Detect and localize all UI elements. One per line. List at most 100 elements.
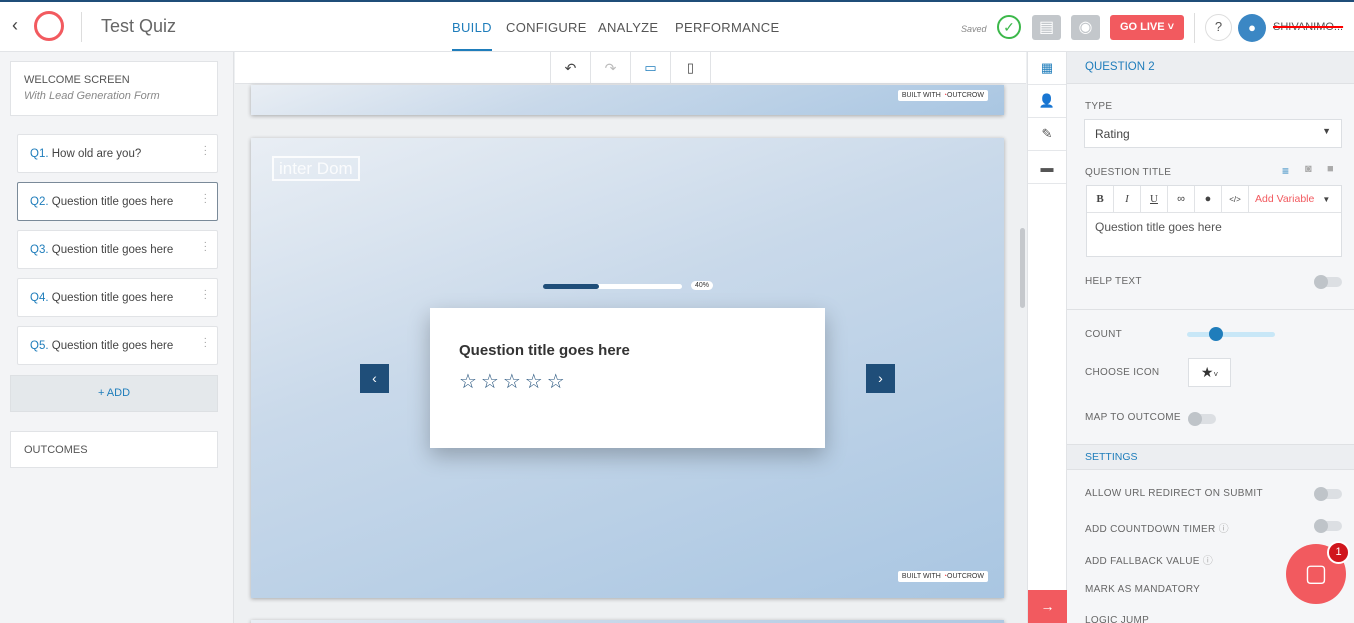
- code-icon[interactable]: </>: [1222, 186, 1249, 212]
- dropdown-icon: ▼: [1322, 126, 1331, 136]
- collapse-arrow-button[interactable]: →: [1028, 590, 1067, 623]
- brand-label: OUTCROW: [947, 92, 984, 99]
- canvas-scrollbar[interactable]: [1020, 228, 1025, 308]
- undo-icon[interactable]: ↶: [551, 52, 591, 84]
- add-question-button[interactable]: + ADD: [10, 375, 218, 412]
- underline-icon[interactable]: U: [1141, 186, 1168, 212]
- tab-build[interactable]: BUILD: [452, 20, 492, 35]
- video-icon[interactable]: ■: [1327, 163, 1334, 175]
- canvas-area: ↶ ↷ ▭ ▯ BUILT WITH ◔OUTCROW inter Dom 40…: [235, 52, 1026, 623]
- settings-heading: SETTINGS: [1067, 444, 1354, 470]
- more-icon[interactable]: · · ·: [204, 190, 207, 208]
- outcomes-card[interactable]: OUTCOMES: [10, 431, 218, 468]
- type-label: TYPE: [1085, 101, 1113, 112]
- help-text-toggle[interactable]: [1314, 275, 1342, 289]
- saved-check-icon: ✓: [997, 15, 1021, 39]
- info-icon: ⓘ: [1202, 556, 1214, 567]
- question-item-3[interactable]: Q3. Question title goes here · · ·: [17, 230, 218, 269]
- built-with-label: BUILT WITH: [901, 573, 941, 580]
- welcome-title: WELCOME SCREEN: [24, 74, 130, 86]
- italic-icon[interactable]: I: [1114, 186, 1141, 212]
- link-icon[interactable]: ∞: [1168, 186, 1195, 212]
- slide-logo: inter Dom: [272, 156, 360, 181]
- add-variable-dropdown[interactable]: Add Variable: [1249, 193, 1314, 205]
- countdown-toggle[interactable]: [1314, 519, 1342, 533]
- user-name[interactable]: SHIVANIMO...: [1273, 21, 1343, 33]
- user-avatar[interactable]: ●: [1238, 14, 1266, 42]
- image-icon[interactable]: ◙: [1305, 163, 1312, 175]
- question-item-1[interactable]: Q1. How old are you? · · ·: [17, 134, 218, 173]
- help-button[interactable]: ?: [1205, 14, 1232, 41]
- edit-icon[interactable]: ✎: [1028, 118, 1066, 151]
- question-item-4[interactable]: Q4. Question title goes here · · ·: [17, 278, 218, 317]
- q-text: Question title goes here: [51, 340, 174, 352]
- question-title: Question title goes here: [459, 342, 630, 359]
- mobile-view-icon[interactable]: ▯: [671, 52, 711, 84]
- count-label: COUNT: [1085, 329, 1123, 340]
- more-icon[interactable]: · · ·: [204, 238, 207, 256]
- go-live-label: GO LIVE: [1119, 21, 1165, 33]
- q-num: Q2.: [30, 196, 49, 208]
- map-outcome-toggle[interactable]: [1188, 412, 1216, 426]
- saved-status: Saved: [961, 24, 987, 34]
- previous-slide[interactable]: BUILT WITH ◔OUTCROW: [251, 85, 1004, 115]
- top-header: ‹ Test Quiz BUILD CONFIGURE ANALYZE PERF…: [0, 0, 1354, 52]
- desktop-view-icon[interactable]: ▭: [631, 52, 671, 84]
- more-icon[interactable]: · · ·: [204, 334, 207, 352]
- q-text: Question title goes here: [51, 292, 174, 304]
- back-icon[interactable]: ‹: [12, 15, 18, 36]
- built-with-badge: BUILT WITH ◔OUTCROW: [897, 571, 988, 582]
- count-slider[interactable]: [1187, 327, 1275, 341]
- progress-label: 40%: [691, 281, 714, 290]
- fallback-label: ADD FALLBACK VALUE ⓘ: [1085, 552, 1213, 567]
- card-icon[interactable]: ▬: [1028, 151, 1066, 184]
- more-icon[interactable]: · · ·: [204, 286, 207, 304]
- next-arrow-button[interactable]: ›: [866, 364, 895, 393]
- tab-analyze[interactable]: ANALYZE: [598, 20, 658, 35]
- tab-performance[interactable]: PERFORMANCE: [675, 20, 779, 35]
- left-sidebar: WELCOME SCREEN With Lead Generation Form…: [0, 52, 234, 623]
- go-live-button[interactable]: GO LIVE ˅: [1110, 15, 1184, 40]
- allow-redirect-label: ALLOW URL REDIRECT ON SUBMIT: [1085, 488, 1263, 499]
- question-title-text[interactable]: Question title goes here: [1087, 213, 1341, 241]
- countdown-label: ADD COUNTDOWN TIMER ⓘ: [1085, 520, 1229, 535]
- mandatory-label: MARK AS MANDATORY: [1085, 584, 1201, 595]
- q-text: Question title goes here: [51, 196, 174, 208]
- type-select[interactable]: Rating ▼: [1084, 119, 1342, 148]
- add-user-icon[interactable]: 👤: [1028, 85, 1066, 118]
- progress-bar: [543, 284, 682, 289]
- question-item-2[interactable]: Q2. Question title goes here · · ·: [17, 182, 218, 221]
- bold-icon[interactable]: B: [1087, 186, 1114, 212]
- fallback-text: ADD FALLBACK VALUE: [1085, 556, 1200, 567]
- layout-icon[interactable]: ▦: [1028, 52, 1066, 85]
- question-card: Question title goes here ☆☆☆☆☆: [430, 308, 825, 448]
- allow-redirect-toggle[interactable]: [1314, 487, 1342, 501]
- outcrow-logo: [34, 11, 64, 41]
- question-title-editor[interactable]: B I U ∞ ● </> Add Variable ▼ Question tit…: [1086, 185, 1342, 257]
- star-rating[interactable]: ☆☆☆☆☆: [459, 369, 796, 394]
- choose-icon-label: CHOOSE ICON: [1085, 367, 1160, 378]
- help-text-label: HELP TEXT: [1085, 276, 1142, 287]
- built-with-label: BUILT WITH: [901, 92, 941, 99]
- redo-icon[interactable]: ↷: [591, 52, 631, 84]
- welcome-screen-card[interactable]: WELCOME SCREEN With Lead Generation Form: [10, 61, 218, 116]
- info-icon: ⓘ: [1218, 524, 1229, 535]
- text-icon[interactable]: ≡: [1282, 164, 1289, 178]
- color-icon[interactable]: ●: [1195, 186, 1222, 212]
- tab-configure[interactable]: CONFIGURE: [506, 20, 587, 35]
- question-title-label: QUESTION TITLE: [1085, 167, 1172, 178]
- slider-handle[interactable]: [1209, 327, 1223, 341]
- progress-fill: [543, 284, 599, 289]
- preview-button[interactable]: ◉: [1071, 15, 1100, 40]
- logo-text: inter Dom: [272, 156, 360, 181]
- built-with-badge: BUILT WITH ◔OUTCROW: [897, 90, 988, 101]
- more-icon[interactable]: · · ·: [204, 142, 207, 160]
- copy-button[interactable]: ▤: [1032, 15, 1061, 40]
- canvas-toolbar: ↶ ↷ ▭ ▯: [550, 52, 711, 84]
- q-num: Q1.: [30, 148, 49, 160]
- logic-jump-label: LOGIC JUMP: [1085, 615, 1150, 623]
- prev-arrow-button[interactable]: ‹: [360, 364, 389, 393]
- current-slide[interactable]: inter Dom 40% ‹ › Question title goes he…: [251, 138, 1004, 598]
- icon-picker[interactable]: ★˅: [1188, 358, 1231, 387]
- question-item-5[interactable]: Q5. Question title goes here · · ·: [17, 326, 218, 365]
